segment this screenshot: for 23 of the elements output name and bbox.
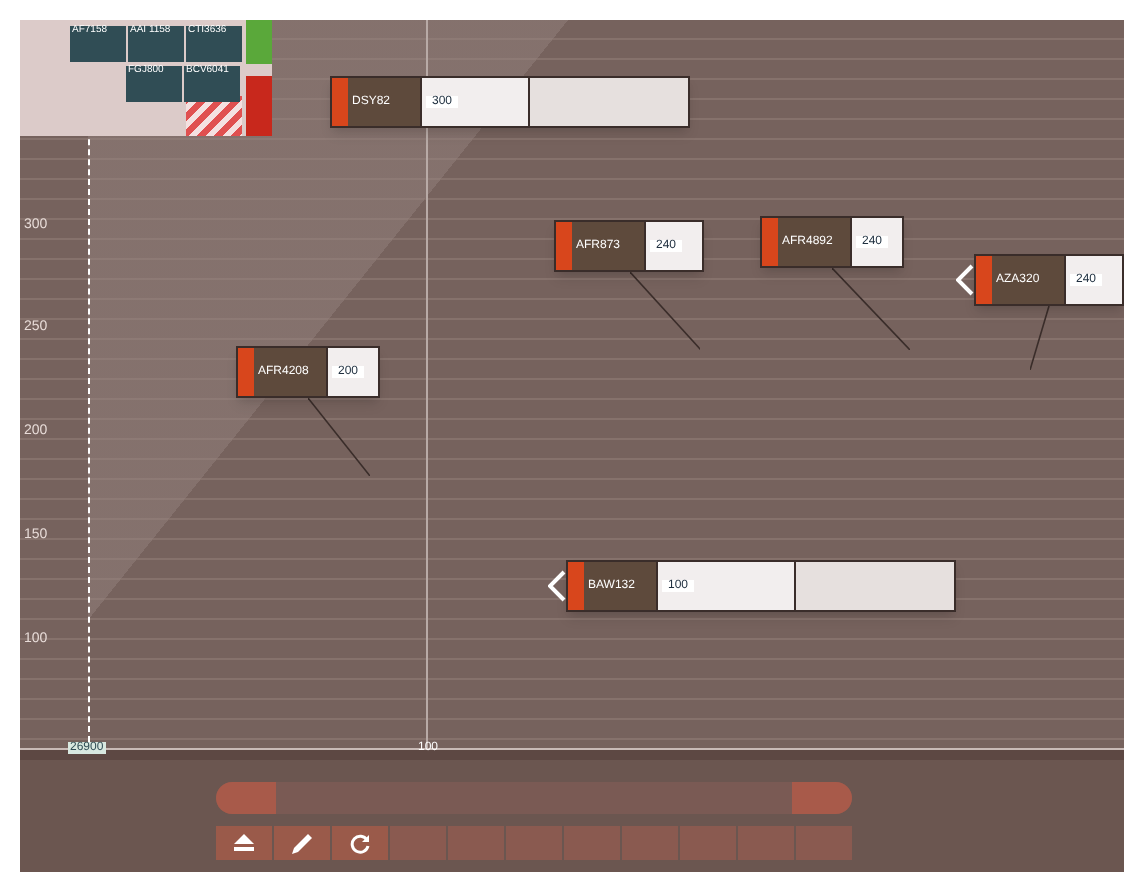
leader-line [308,398,370,476]
alert-indicator [246,76,272,136]
status-bar [976,256,992,304]
toolbar-button[interactable] [216,826,272,860]
pen-icon [292,833,312,853]
leader-line [832,268,910,350]
toolbar-button[interactable] [332,826,388,860]
status-bar [556,222,572,270]
scroll-handle[interactable] [216,782,276,814]
refresh-icon [350,833,370,853]
scroll-track[interactable] [216,782,852,814]
status-indicator [246,20,272,64]
chevron-icon[interactable] [548,570,566,602]
status-bar [568,562,584,610]
toolbar-button[interactable] [274,826,330,860]
leader-line [629,272,700,350]
eject-icon [234,834,254,852]
leader-line [1030,306,1049,370]
status-bar [238,348,254,396]
chevron-icon[interactable] [956,264,974,296]
status-bar [332,78,348,126]
status-bar [762,218,778,266]
scroll-handle[interactable] [792,782,852,814]
